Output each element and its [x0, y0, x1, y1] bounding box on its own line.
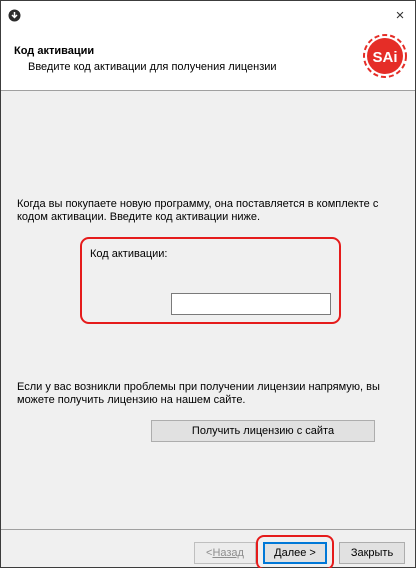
- intro-text: Когда вы покупаете новую программу, она …: [17, 198, 379, 223]
- installer-window: × Код активации Введите код активации дл…: [0, 0, 416, 568]
- title-bar: ×: [1, 1, 415, 31]
- app-icon: [8, 9, 21, 22]
- page-title: Код активации: [14, 45, 95, 57]
- svg-text:SAi: SAi: [372, 49, 397, 66]
- wizard-header: Код активации Введите код активации для …: [1, 31, 415, 91]
- get-license-from-site-button[interactable]: Получить лицензию с сайта: [151, 420, 375, 442]
- back-label: Назад: [212, 547, 244, 559]
- back-button[interactable]: < Назад: [194, 542, 256, 564]
- close-button[interactable]: Закрыть: [339, 542, 405, 564]
- problem-text: Если у вас возникли проблемы при получен…: [17, 381, 380, 406]
- sai-logo: SAi: [363, 34, 407, 78]
- footer-divider: [1, 529, 415, 530]
- close-icon: ×: [395, 6, 405, 24]
- page-subtitle: Введите код активации для получения лице…: [28, 61, 277, 73]
- activation-code-input[interactable]: [171, 293, 331, 315]
- close-window-button[interactable]: ×: [389, 5, 411, 25]
- activation-code-label: Код активации:: [90, 248, 168, 260]
- next-button-highlight: [256, 535, 334, 568]
